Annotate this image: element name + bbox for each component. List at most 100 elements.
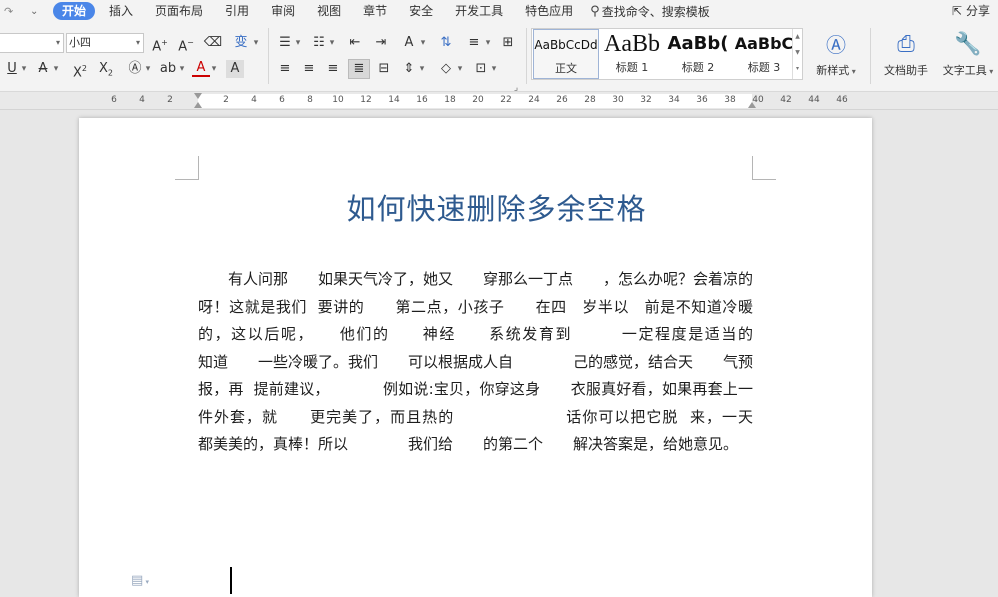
increase-indent-icon[interactable]: ⇥ [371, 33, 391, 53]
hanging-indent-marker[interactable] [194, 102, 202, 108]
ruler-tick: 8 [307, 95, 313, 105]
tab-security[interactable]: 安全 [398, 0, 444, 22]
highlight-icon[interactable]: ab [158, 59, 178, 79]
chevron-down-icon[interactable]: ▾ [210, 59, 218, 79]
text-direction-icon[interactable]: A [399, 33, 419, 53]
ruler-tick: 22 [500, 95, 512, 105]
style-gallery-scroll[interactable]: ▲ ▼ ▾ [792, 29, 802, 79]
numbered-list-icon[interactable]: ☷ [310, 33, 328, 53]
margin-corner-top-left [175, 156, 199, 180]
paragraph-spacing-icon[interactable]: ⇕ [400, 59, 418, 79]
tab-sections[interactable]: 章节 [352, 0, 398, 22]
share-button[interactable]: ⇱ 分享 [952, 0, 990, 22]
tab-special[interactable]: 特色应用 [514, 0, 584, 22]
fill-color-icon[interactable]: ◇ [436, 59, 456, 79]
font-size-value: 小四 [69, 36, 91, 49]
new-style-button[interactable]: Ⓐ 新样式 ▾ [810, 28, 862, 78]
ribbon: ▾ 小四 ▾ A+ A− ⌫ 变 ▾ U ▾ A ▾ X2 X2 Ⓐ ▾ ab ▾… [0, 22, 998, 93]
quick-access-dropdown-icon[interactable]: ⌄ [30, 6, 50, 17]
doc-assistant-button[interactable]: ⎙ 文档助手 [878, 28, 934, 78]
shrink-font-icon[interactable]: A− [176, 33, 196, 54]
clear-format-icon[interactable]: ⌫ [203, 33, 223, 53]
chevron-down-icon[interactable]: ▾ [419, 33, 427, 53]
document-workspace[interactable]: 如何快速删除多余空格 有人问那 如果天气冷了，她又 穿那么一丁点 ，怎么办呢？会… [0, 111, 998, 597]
search-placeholder: 查找命令、搜索模板 [601, 4, 710, 19]
text-effect-icon[interactable]: Ⓐ [126, 59, 144, 79]
chevron-down-icon[interactable]: ▾ [20, 59, 28, 79]
underline-icon[interactable]: U [4, 59, 20, 79]
style-heading-2[interactable]: AaBb( 标题 2 [665, 29, 731, 79]
style-normal[interactable]: AaBbCcDd 正文 [533, 29, 599, 79]
style-label: 标题 1 [615, 61, 649, 74]
horizontal-ruler[interactable]: 6 4 2 2 4 6 8 10 12 14 16 18 20 22 24 26… [0, 92, 998, 110]
first-line-indent-marker[interactable] [194, 93, 202, 99]
chevron-down-icon[interactable]: ▾ [144, 59, 152, 79]
tab-references[interactable]: 引用 [214, 0, 260, 22]
bullet-list-icon[interactable]: ☰ [276, 33, 294, 53]
command-search[interactable]: ⚲ 查找命令、搜索模板 [590, 3, 710, 20]
chevron-down-icon[interactable]: ▾ [418, 59, 426, 79]
font-size-select[interactable]: 小四 ▾ [66, 33, 144, 53]
chevron-down-icon[interactable]: ▾ [490, 59, 498, 79]
font-color-icon[interactable]: A [192, 59, 210, 77]
table-icon[interactable]: ⊞ [498, 33, 518, 53]
ruler-tick: 20 [472, 95, 484, 105]
style-label: 标题 3 [747, 61, 781, 74]
border-icon[interactable]: ⊡ [472, 59, 490, 79]
align-center-icon[interactable]: ≡ [300, 59, 318, 79]
subscript-icon[interactable]: X2 [96, 59, 116, 79]
style-label: 正文 [555, 62, 577, 75]
document-page[interactable]: 如何快速删除多余空格 有人问那 如果天气冷了，她又 穿那么一丁点 ，怎么办呢？会… [79, 118, 872, 597]
chevron-down-icon[interactable]: ▾ [328, 33, 336, 53]
new-style-label: 新样式 [816, 64, 850, 77]
document-title[interactable]: 如何快速删除多余空格 [199, 186, 794, 228]
ruler-tick: 28 [584, 95, 596, 105]
tab-view[interactable]: 视图 [306, 0, 352, 22]
doc-assistant-label: 文档助手 [884, 64, 928, 77]
style-heading-3[interactable]: AaBbC 标题 3 [731, 29, 797, 79]
right-indent-marker[interactable] [748, 102, 756, 108]
sort-icon[interactable]: ⇅ [436, 33, 456, 53]
distributed-align-icon[interactable]: ⊟ [374, 59, 394, 79]
chevron-down-icon[interactable]: ▾ [178, 59, 186, 79]
tab-insert[interactable]: 插入 [98, 0, 144, 22]
chevron-down-icon[interactable]: ▾ [294, 33, 302, 53]
superscript-icon[interactable]: X2 [70, 59, 90, 80]
font-name-select[interactable]: ▾ [0, 33, 64, 53]
ruler-tick: 36 [696, 95, 708, 105]
ruler-tick: 38 [724, 95, 736, 105]
ruler-tick: 24 [528, 95, 540, 105]
char-shading-icon[interactable]: A [226, 60, 244, 78]
text-tools-button[interactable]: 🔧 文字工具 ▾ [938, 28, 998, 78]
document-body[interactable]: 有人问那 如果天气冷了，她又 穿那么一丁点 ，怎么办呢？会着凉的呀！这就是我们 … [198, 266, 753, 459]
ruler-tick: 4 [139, 95, 145, 105]
group-divider [526, 28, 527, 84]
phonetic-guide-icon[interactable]: 变 [230, 33, 252, 53]
ruler-tick: 32 [640, 95, 652, 105]
grow-font-icon[interactable]: A+ [150, 33, 170, 54]
redo-icon[interactable]: ↷ [4, 5, 20, 18]
tab-developer[interactable]: 开发工具 [444, 0, 514, 22]
align-right-icon[interactable]: ≡ [324, 59, 342, 79]
ruler-tick: 2 [223, 95, 229, 105]
tab-home[interactable]: 开始 [53, 2, 96, 20]
ruler-tick: 14 [388, 95, 400, 105]
decrease-indent-icon[interactable]: ⇤ [345, 33, 365, 53]
body-paragraph[interactable]: 有人问那 如果天气冷了，她又 穿那么一丁点 ，怎么办呢？会着凉的呀！这就是我们 … [198, 266, 753, 459]
line-spacing-icon[interactable]: ≡ [464, 33, 484, 53]
ruler-tick: 6 [111, 95, 117, 105]
chevron-down-icon: ▾ [55, 38, 60, 47]
justify-icon[interactable]: ≣ [348, 59, 370, 79]
chevron-down-icon[interactable]: ▾ [252, 33, 260, 53]
strikethrough-icon[interactable]: A [34, 59, 52, 79]
tab-page-layout[interactable]: 页面布局 [144, 0, 214, 22]
align-left-icon[interactable]: ≡ [276, 59, 294, 79]
ruler-tick: 2 [167, 95, 173, 105]
style-heading-1[interactable]: AaBb 标题 1 [599, 29, 665, 79]
chevron-down-icon[interactable]: ▾ [52, 59, 60, 79]
paragraph-layout-icon[interactable]: ▤ ▾ [131, 573, 149, 588]
chevron-down-icon[interactable]: ▾ [484, 33, 492, 53]
chevron-down-icon[interactable]: ▾ [456, 59, 464, 79]
tab-review[interactable]: 审阅 [260, 0, 306, 22]
ruler-tick: 34 [668, 95, 680, 105]
